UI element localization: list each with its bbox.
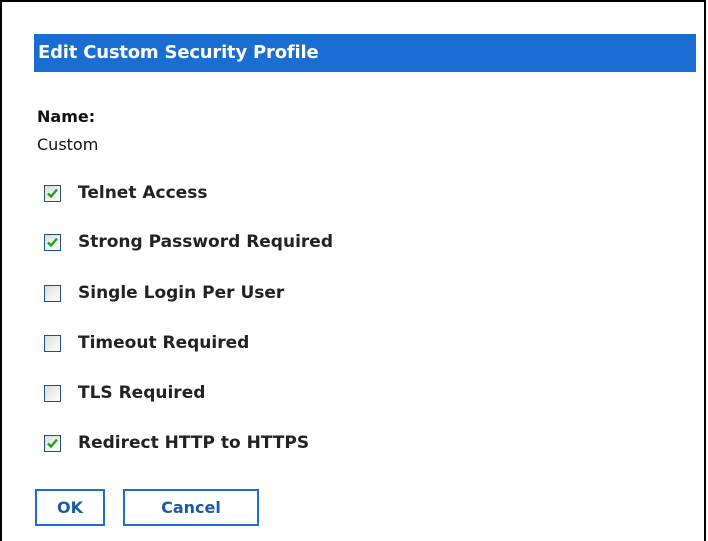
option-redirect-https[interactable]: Redirect HTTP to HTTPS	[44, 432, 309, 454]
single-login-label: Single Login Per User	[78, 283, 285, 303]
ok-button[interactable]: OK	[35, 489, 105, 526]
tls-required-label: TLS Required	[78, 383, 206, 403]
check-icon	[47, 438, 58, 448]
dialog-title: Edit Custom Security Profile	[34, 34, 696, 72]
option-telnet-access[interactable]: Telnet Access	[44, 182, 207, 204]
check-icon	[47, 188, 58, 198]
option-tls-required[interactable]: TLS Required	[44, 382, 205, 404]
redirect-https-label: Redirect HTTP to HTTPS	[78, 433, 310, 453]
redirect-https-checkbox[interactable]	[44, 434, 61, 452]
check-icon	[47, 237, 58, 247]
name-value: Custom	[37, 135, 99, 154]
strong-password-checkbox[interactable]	[44, 233, 61, 251]
option-strong-password[interactable]: Strong Password Required	[44, 231, 333, 253]
name-label: Name:	[37, 107, 96, 126]
dialog-frame	[0, 0, 706, 541]
tls-required-checkbox[interactable]	[44, 384, 61, 402]
option-single-login[interactable]: Single Login Per User	[44, 282, 284, 304]
telnet-access-label: Telnet Access	[78, 183, 208, 203]
timeout-required-label: Timeout Required	[78, 333, 250, 353]
timeout-required-checkbox[interactable]	[44, 334, 61, 352]
cancel-button[interactable]: Cancel	[123, 489, 259, 526]
single-login-checkbox[interactable]	[44, 284, 61, 302]
telnet-access-checkbox[interactable]	[44, 184, 61, 202]
strong-password-label: Strong Password Required	[78, 232, 333, 252]
option-timeout-required[interactable]: Timeout Required	[44, 332, 249, 354]
